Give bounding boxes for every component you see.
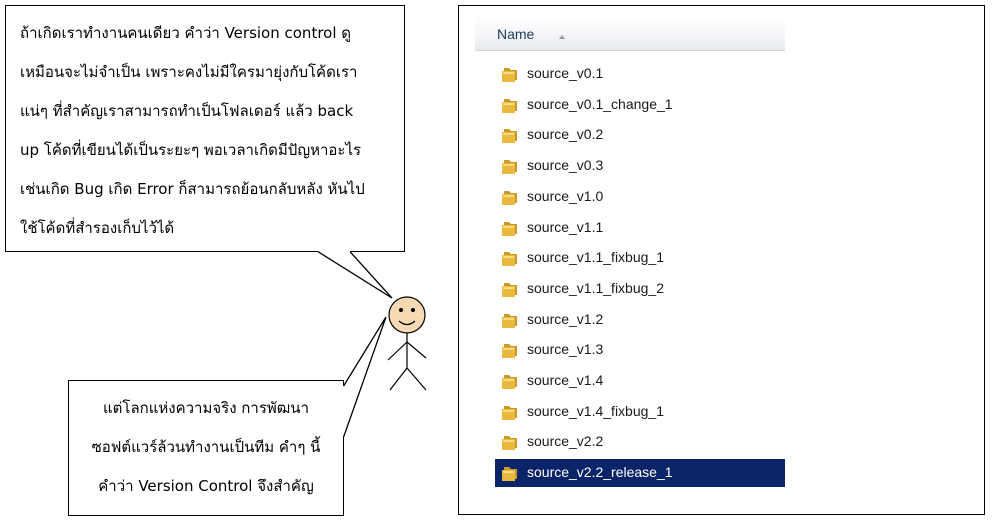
folder-name: source_v1.1 (527, 218, 604, 235)
sort-ascending-icon (559, 35, 565, 39)
folder-name: source_v1.0 (527, 187, 604, 204)
folder-item[interactable]: source_v1.1 (495, 214, 785, 242)
folder-item[interactable]: source_v0.1_change_1 (495, 91, 785, 119)
folder-icon (502, 467, 517, 482)
stick-figure-icon (387, 296, 427, 391)
folder-icon (502, 375, 517, 389)
folder-icon (502, 129, 517, 144)
folder-icon (502, 405, 517, 420)
folder-icon (502, 252, 517, 267)
folder-item[interactable]: source_v1.4_fixbug_1 (495, 398, 785, 426)
folder-item[interactable]: source_v2.2 (495, 428, 785, 456)
folder-item[interactable]: source_v1.3 (495, 336, 785, 364)
speech-tail-top (317, 251, 393, 299)
folder-name: source_v0.3 (527, 157, 604, 174)
folder-name: source_v1.1_fixbug_2 (527, 279, 664, 296)
folder-name: source_v0.2 (527, 126, 604, 143)
file-explorer-window: Name source_v0.1 source_v0.1_change_1sour… (458, 5, 985, 515)
folder-name: source_v1.2 (527, 310, 604, 327)
folder-icon (502, 282, 517, 297)
folder-icon (502, 313, 517, 328)
folder-item[interactable]: source_v0.2 (495, 121, 785, 149)
folder-icon (502, 344, 517, 359)
folder-item[interactable]: source_v0.3 (495, 152, 785, 180)
folder-name: source_v1.3 (527, 341, 604, 358)
folder-name: source_v1.1_fixbug_1 (527, 249, 664, 266)
speech-tail-bottom (342, 316, 387, 438)
folder-item[interactable]: source_v0.1 (495, 60, 785, 88)
folder-icon (502, 98, 517, 113)
folder-item[interactable]: source_v1.1_fixbug_1 (495, 244, 785, 272)
folder-item[interactable]: source_v1.2 (495, 306, 785, 334)
folder-icon (502, 190, 517, 205)
folder-item[interactable]: source_v2.2_release_1 (495, 459, 785, 488)
folder-name: source_v2.2_release_1 (527, 464, 673, 481)
stick-figure-head (388, 296, 426, 334)
folder-icon (502, 160, 517, 175)
folder-name: source_v1.4_fixbug_1 (527, 402, 664, 419)
name-column-header[interactable]: Name (475, 15, 785, 51)
folder-item[interactable]: source_v1.4 (495, 367, 785, 395)
folder-name: source_v2.2 (527, 433, 604, 450)
folder-item[interactable]: source_v1.0 (495, 183, 785, 211)
folder-icon (502, 436, 517, 451)
folder-icon (502, 68, 517, 82)
folder-icon (502, 221, 517, 236)
name-column-label: Name (497, 26, 535, 42)
folder-name: source_v0.1 (527, 65, 604, 81)
folder-name: source_v0.1_change_1 (527, 95, 673, 112)
folder-item[interactable]: source_v1.1_fixbug_2 (495, 275, 785, 303)
folder-name: source_v1.4 (527, 372, 604, 388)
